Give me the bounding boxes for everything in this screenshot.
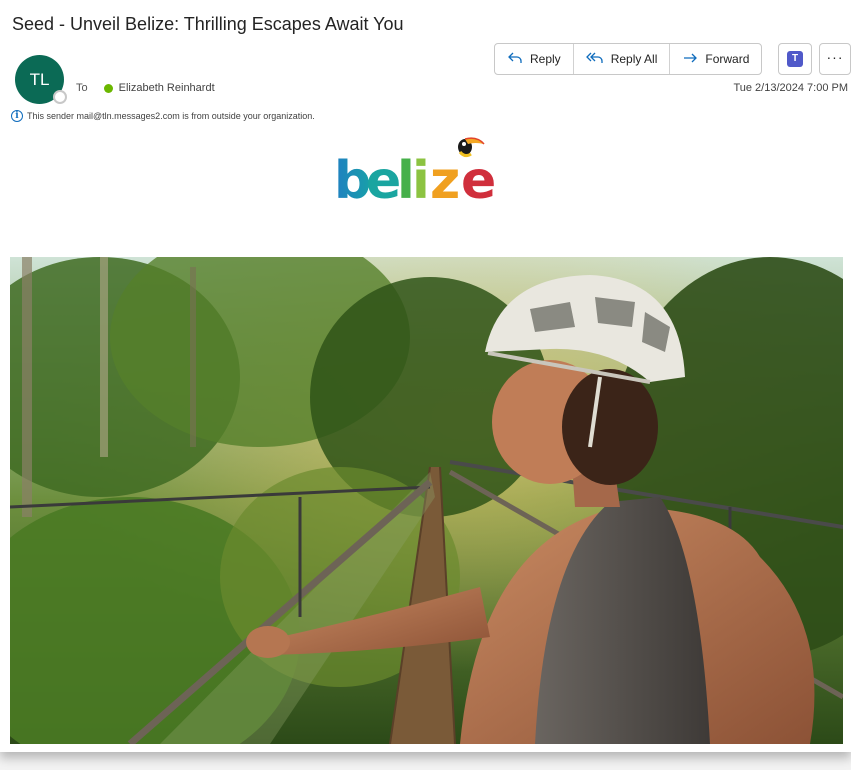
more-icon: ··· bbox=[826, 49, 844, 65]
email-reading-pane: Seed - Unveil Belize: Thrilling Escapes … bbox=[0, 0, 851, 752]
external-notice-text: This sender mail@tln.messages2.com is fr… bbox=[27, 111, 315, 121]
reply-all-button[interactable]: Reply All bbox=[572, 44, 670, 74]
more-actions-button[interactable]: ··· bbox=[819, 43, 851, 75]
email-date: Tue 2/13/2024 7:00 PM bbox=[733, 82, 848, 94]
svg-text:i: i bbox=[412, 151, 430, 207]
forward-icon bbox=[682, 51, 698, 67]
belize-logo: b e l i z e bbox=[334, 132, 524, 211]
email-subject: Seed - Unveil Belize: Thrilling Escapes … bbox=[12, 14, 404, 34]
reply-button[interactable]: Reply bbox=[495, 44, 573, 74]
sender-avatar[interactable]: TL bbox=[15, 55, 67, 104]
forward-label: Forward bbox=[705, 52, 750, 66]
message-actions: Reply Reply All Forward bbox=[494, 43, 763, 75]
zipline-bridge-photo bbox=[10, 257, 843, 744]
teams-icon: T bbox=[787, 51, 803, 67]
presence-indicator bbox=[53, 90, 67, 104]
recipient-line: To Elizabeth Reinhardt bbox=[76, 82, 215, 94]
reply-all-icon bbox=[585, 51, 604, 68]
svg-text:z: z bbox=[430, 151, 460, 207]
svg-text:e: e bbox=[461, 151, 496, 207]
belize-logo-graphic: b e l i z e bbox=[334, 137, 496, 211]
reply-icon bbox=[507, 51, 523, 68]
teams-button[interactable]: T bbox=[778, 43, 812, 75]
reply-label: Reply bbox=[530, 52, 561, 66]
sender-initials: TL bbox=[29, 69, 50, 89]
svg-text:e: e bbox=[366, 151, 401, 207]
external-sender-notice: i This sender mail@tln.messages2.com is … bbox=[11, 110, 315, 122]
to-label: To bbox=[76, 82, 88, 94]
info-icon: i bbox=[11, 110, 23, 122]
hero-image bbox=[10, 257, 843, 744]
reply-all-label: Reply All bbox=[610, 52, 658, 66]
recipient-name[interactable]: Elizabeth Reinhardt bbox=[119, 82, 215, 94]
forward-button[interactable]: Forward bbox=[669, 44, 761, 74]
online-status-icon bbox=[103, 83, 113, 93]
